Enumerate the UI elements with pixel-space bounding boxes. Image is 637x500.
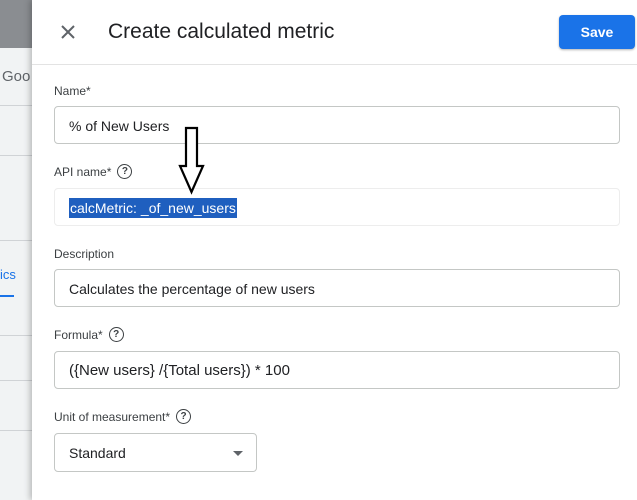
- background-header: [0, 0, 32, 48]
- formula-label-text: Formula*: [54, 327, 103, 342]
- api-name-suffix: _of_new_users: [140, 200, 236, 216]
- formula-field-value: ({New users} /{Total users}) * 100: [69, 362, 290, 379]
- description-label: Description: [54, 247, 114, 261]
- down-arrow-annotation-icon: [178, 126, 205, 195]
- name-field-value: % of New Users: [69, 118, 170, 134]
- background-tab-indicator: [0, 295, 14, 297]
- description-field[interactable]: Calculates the percentage of new users: [54, 269, 620, 307]
- dialog-header: Create calculated metric Save: [32, 0, 637, 65]
- api-name-label: API name* ?: [54, 164, 133, 179]
- api-name-label-text: API name*: [54, 164, 112, 179]
- background-page: Goo ics: [0, 0, 32, 500]
- unit-label-text: Unit of measurement*: [54, 409, 171, 424]
- help-icon[interactable]: ?: [108, 327, 124, 342]
- dropdown-arrow-icon: [233, 451, 243, 456]
- calculated-metric-dialog: Create calculated metric Save Name* % of…: [32, 0, 637, 500]
- name-label: Name*: [54, 84, 91, 98]
- background-divider: [0, 430, 32, 431]
- background-divider: [0, 380, 32, 381]
- formula-label: Formula* ?: [54, 327, 124, 342]
- dialog-title: Create calculated metric: [108, 20, 335, 43]
- name-label-text: Name*: [54, 84, 91, 98]
- background-divider: [0, 240, 32, 241]
- save-button[interactable]: Save: [559, 15, 635, 49]
- background-divider: [0, 105, 32, 106]
- description-label-text: Description: [54, 247, 115, 261]
- api-name-prefix: calcMetric:: [70, 200, 137, 216]
- unit-select[interactable]: Standard: [54, 433, 257, 472]
- formula-field[interactable]: ({New users} /{Total users}) * 100: [54, 351, 620, 389]
- unit-label: Unit of measurement* ?: [54, 409, 192, 424]
- background-divider: [0, 155, 32, 156]
- background-divider: [0, 335, 32, 336]
- background-brand-text: Goo: [2, 68, 31, 85]
- unit-select-value: Standard: [69, 445, 126, 461]
- help-icon[interactable]: ?: [117, 164, 133, 179]
- api-name-selected-text: calcMetric: _of_new_users: [69, 198, 237, 218]
- description-field-value: Calculates the percentage of new users: [69, 281, 315, 297]
- close-button[interactable]: [56, 20, 80, 44]
- name-field[interactable]: % of New Users: [54, 106, 620, 144]
- api-name-field[interactable]: calcMetric: _of_new_users: [54, 188, 620, 226]
- help-icon[interactable]: ?: [176, 409, 192, 424]
- close-icon: [61, 25, 75, 39]
- background-tab-text[interactable]: ics: [0, 267, 16, 282]
